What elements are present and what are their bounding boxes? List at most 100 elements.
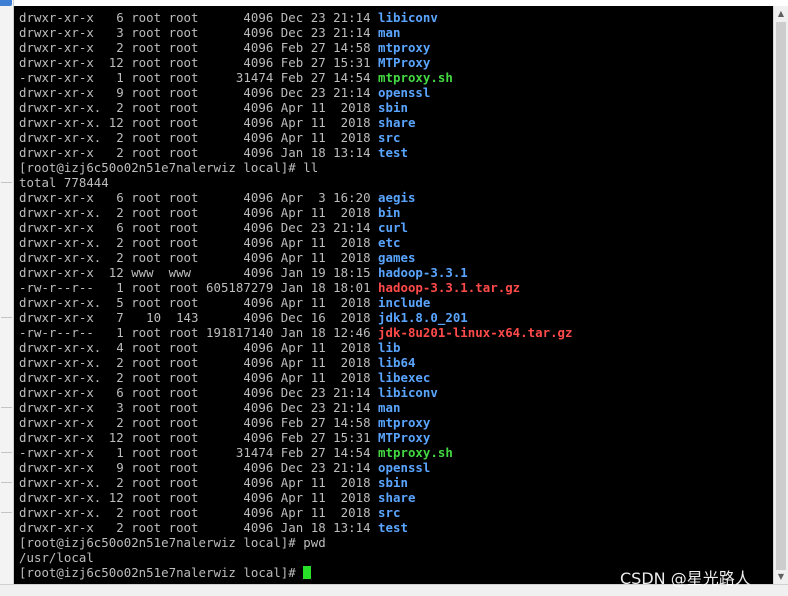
line-text: drwxr-xr-x. 2 root root 4096 Apr 11 2018 (19, 505, 379, 520)
terminal-line: drwxr-xr-x 9 root root 4096 Dec 23 21:14… (19, 85, 573, 100)
file-name: MTProxy (378, 430, 431, 445)
file-name: openssl (378, 85, 431, 100)
line-text: drwxr-xr-x. 2 root root 4096 Apr 11 2018 (19, 475, 379, 490)
file-name: test (378, 520, 408, 535)
file-name: lib (378, 340, 401, 355)
text-cursor (303, 566, 312, 579)
line-text: drwxr-xr-x. 2 root root 4096 Apr 11 2018 (19, 370, 379, 385)
terminal-line: drwxr-xr-x. 12 root root 4096 Apr 11 201… (19, 490, 573, 505)
file-name: mtproxy (378, 40, 431, 55)
line-text: /usr/local (19, 550, 94, 565)
line-text: total 778444 (19, 175, 109, 190)
file-name: hadoop-3.3.1.tar.gz (378, 280, 521, 295)
line-text: drwxr-xr-x 2 root root 4096 Feb 27 14:58 (19, 415, 379, 430)
line-text: [root@izj6c50o02n51e7nalerwiz local]# (19, 565, 304, 580)
file-name: games (378, 250, 416, 265)
scrollbar-thumb[interactable] (776, 22, 786, 570)
file-name: sbin (378, 100, 408, 115)
terminal-lines: drwxr-xr-x 6 root root 4096 Dec 23 21:14… (19, 10, 573, 580)
terminal-line: drwxr-xr-x 6 root root 4096 Dec 23 21:14… (19, 385, 573, 400)
file-name: mtproxy.sh (378, 445, 453, 460)
line-text: drwxr-xr-x 12 root root 4096 Feb 27 15:3… (19, 55, 379, 70)
window-tab-edge (0, 0, 12, 6)
file-name: libexec (378, 370, 431, 385)
terminal-line: drwxr-xr-x 2 root root 4096 Feb 27 14:58… (19, 40, 573, 55)
terminal-line: drwxr-xr-x 2 root root 4096 Jan 18 13:14… (19, 520, 573, 535)
terminal-line: -rw-r--r-- 1 root root 605187279 Jan 18 … (19, 280, 573, 295)
terminal-line: drwxr-xr-x 6 root root 4096 Dec 23 21:14… (19, 10, 573, 25)
line-text: drwxr-xr-x. 4 root root 4096 Apr 11 2018 (19, 340, 379, 355)
file-name: libiconv (378, 385, 438, 400)
terminal-line: drwxr-xr-x. 4 root root 4096 Apr 11 2018… (19, 340, 573, 355)
terminal-line: drwxr-xr-x 3 root root 4096 Dec 23 21:14… (19, 400, 573, 415)
line-text: drwxr-xr-x 2 root root 4096 Feb 27 14:58 (19, 40, 379, 55)
line-text: drwxr-xr-x 12 www www 4096 Jan 19 18:15 (19, 265, 379, 280)
line-text: drwxr-xr-x 9 root root 4096 Dec 23 21:14 (19, 85, 379, 100)
file-name: jdk-8u201-linux-x64.tar.gz (378, 325, 573, 340)
line-text: drwxr-xr-x. 12 root root 4096 Apr 11 201… (19, 490, 379, 505)
panel-divider (1, 303, 12, 318)
file-name: test (378, 145, 408, 160)
terminal-line: drwxr-xr-x 2 root root 4096 Feb 27 14:58… (19, 415, 573, 430)
file-name: etc (378, 235, 401, 250)
terminal-line: drwxr-xr-x 9 root root 4096 Dec 23 21:14… (19, 460, 573, 475)
terminal-line: drwxr-xr-x. 2 root root 4096 Apr 11 2018… (19, 250, 573, 265)
terminal-line: drwxr-xr-x. 2 root root 4096 Apr 11 2018… (19, 475, 573, 490)
file-name: hadoop-3.3.1 (378, 265, 468, 280)
line-text: drwxr-xr-x 6 root root 4096 Dec 23 21:14 (19, 220, 379, 235)
terminal-line: drwxr-xr-x. 2 root root 4096 Apr 11 2018… (19, 505, 573, 520)
panel-divider (1, 468, 12, 483)
file-name: src (378, 505, 401, 520)
terminal-line: [root@izj6c50o02n51e7nalerwiz local]# ll (19, 160, 573, 175)
line-text: drwxr-xr-x. 2 root root 4096 Apr 11 2018 (19, 205, 379, 220)
line-text: drwxr-xr-x 7 10 143 4096 Dec 16 2018 (19, 310, 379, 325)
panel-divider (1, 393, 12, 408)
file-name: aegis (378, 190, 416, 205)
file-name: jdk1.8.0_201 (378, 310, 468, 325)
file-name: sbin (378, 475, 408, 490)
terminal-line: drwxr-xr-x. 2 root root 4096 Apr 11 2018… (19, 235, 573, 250)
line-text: [root@izj6c50o02n51e7nalerwiz local]# ll (19, 160, 319, 175)
terminal-line: total 778444 (19, 175, 573, 190)
line-text: drwxr-xr-x 6 root root 4096 Apr 3 16:20 (19, 190, 379, 205)
terminal-line: drwxr-xr-x 2 root root 4096 Jan 18 13:14… (19, 145, 573, 160)
line-text: drwxr-xr-x. 2 root root 4096 Apr 11 2018 (19, 100, 379, 115)
terminal-output[interactable]: drwxr-xr-x 6 root root 4096 Dec 23 21:14… (14, 6, 773, 584)
line-text: -rwxr-xr-x 1 root root 31474 Feb 27 14:5… (19, 70, 379, 85)
terminal-line: /usr/local (19, 550, 573, 565)
terminal-line: -rwxr-xr-x 1 root root 31474 Feb 27 14:5… (19, 445, 573, 460)
line-text: drwxr-xr-x 6 root root 4096 Dec 23 21:14 (19, 10, 379, 25)
line-text: drwxr-xr-x 2 root root 4096 Jan 18 13:14 (19, 520, 379, 535)
file-name: lib64 (378, 355, 416, 370)
line-text: [root@izj6c50o02n51e7nalerwiz local]# pw… (19, 535, 326, 550)
terminal-line: drwxr-xr-x 6 root root 4096 Apr 3 16:20 … (19, 190, 573, 205)
terminal-line: drwxr-xr-x. 12 root root 4096 Apr 11 201… (19, 115, 573, 130)
line-text: drwxr-xr-x 3 root root 4096 Dec 23 21:14 (19, 25, 379, 40)
file-name: man (378, 25, 401, 40)
file-name: MTProxy (378, 55, 431, 70)
file-name: src (378, 130, 401, 145)
file-name: share (378, 115, 416, 130)
left-panel-strip (0, 0, 14, 596)
terminal-line: -rw-r--r-- 1 root root 191817140 Jan 18 … (19, 325, 573, 340)
line-text: drwxr-xr-x 3 root root 4096 Dec 23 21:14 (19, 400, 379, 415)
file-name: mtproxy (378, 415, 431, 430)
line-text: -rw-r--r-- 1 root root 191817140 Jan 18 … (19, 325, 379, 340)
panel-divider (1, 498, 12, 513)
file-name: openssl (378, 460, 431, 475)
terminal-line: drwxr-xr-x. 2 root root 4096 Apr 11 2018… (19, 370, 573, 385)
scroll-up-arrow-icon[interactable]: ▲ (774, 6, 788, 21)
terminal-line: drwxr-xr-x 7 10 143 4096 Dec 16 2018 jdk… (19, 310, 573, 325)
file-name: curl (378, 220, 408, 235)
scroll-down-arrow-icon[interactable]: ▼ (774, 569, 788, 584)
terminal-line: drwxr-xr-x 3 root root 4096 Dec 23 21:14… (19, 25, 573, 40)
terminal-line: drwxr-xr-x. 2 root root 4096 Apr 11 2018… (19, 205, 573, 220)
line-text: drwxr-xr-x. 2 root root 4096 Apr 11 2018 (19, 130, 379, 145)
file-name: libiconv (378, 10, 438, 25)
file-name: man (378, 400, 401, 415)
panel-divider (1, 168, 12, 183)
file-name: mtproxy.sh (378, 70, 453, 85)
terminal-line: drwxr-xr-x 6 root root 4096 Dec 23 21:14… (19, 220, 573, 235)
terminal-line: drwxr-xr-x 12 root root 4096 Feb 27 15:3… (19, 430, 573, 445)
vertical-scrollbar[interactable]: ▲ ▼ (773, 6, 788, 584)
